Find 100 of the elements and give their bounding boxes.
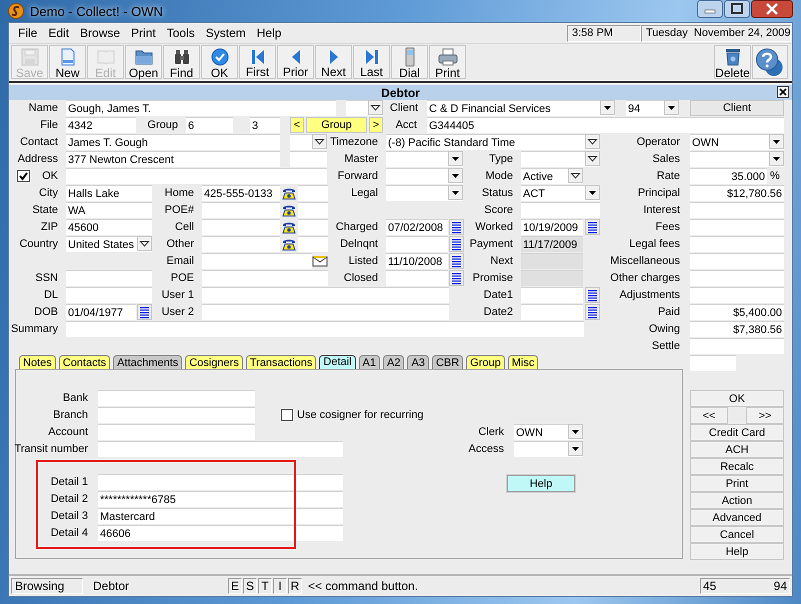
text-field[interactable]: 11/10/2008: [386, 253, 448, 269]
dropdown[interactable]: C & D Financial Services: [427, 100, 615, 116]
amount-field[interactable]: [690, 236, 784, 252]
form-button[interactable]: Client: [690, 100, 784, 116]
menu-item[interactable]: System: [200, 26, 252, 40]
amount-field[interactable]: $12,780.56: [690, 185, 784, 201]
text-field[interactable]: [386, 270, 448, 286]
toolbar-button[interactable]: First: [239, 45, 276, 79]
text-field[interactable]: [202, 219, 280, 235]
menu-item[interactable]: Help: [252, 26, 288, 40]
dropdown[interactable]: United States: [66, 236, 152, 252]
nav-button[interactable]: >>: [746, 407, 784, 424]
dropdown[interactable]: [290, 134, 327, 150]
amount-field[interactable]: 35.000: [690, 168, 767, 184]
checkbox[interactable]: [17, 170, 30, 182]
toolbar-button[interactable]: Delete: [714, 45, 751, 79]
amount-field[interactable]: [690, 287, 784, 303]
text-field[interactable]: 377 Newton Crescent: [66, 151, 280, 167]
toolbar-button[interactable]: Prior: [277, 45, 314, 79]
text-field[interactable]: 46606: [98, 525, 343, 541]
text-field[interactable]: [66, 287, 152, 303]
command-button[interactable]: Cancel: [690, 526, 784, 543]
form-button[interactable]: >: [369, 117, 383, 133]
tab[interactable]: Misc: [508, 355, 538, 369]
tab[interactable]: Detail: [319, 355, 356, 370]
toolbar-button[interactable]: Print: [429, 45, 466, 79]
help-button[interactable]: [752, 45, 788, 79]
dropdown[interactable]: ACT: [521, 185, 600, 201]
command-button[interactable]: Help: [690, 543, 784, 560]
lines-icon[interactable]: [449, 219, 464, 235]
text-field[interactable]: [298, 202, 328, 218]
text-field[interactable]: [521, 304, 583, 320]
menu-item[interactable]: Edit: [43, 26, 76, 40]
lines-icon[interactable]: [449, 236, 464, 252]
amount-field[interactable]: $7,380.56: [690, 321, 784, 337]
tab[interactable]: A2: [383, 355, 404, 369]
command-button[interactable]: Print: [690, 475, 784, 492]
tab[interactable]: A3: [407, 355, 429, 369]
amount-field[interactable]: [690, 338, 784, 354]
toolbar-button[interactable]: Find: [163, 45, 200, 79]
amount-field[interactable]: [690, 202, 784, 218]
tab[interactable]: CBR: [432, 355, 464, 369]
lines-icon[interactable]: [585, 219, 600, 235]
text-field[interactable]: 01/04/1977: [66, 304, 136, 320]
dropdown[interactable]: (-8) Pacific Standard Time: [386, 134, 600, 150]
text-field[interactable]: WA: [66, 202, 152, 218]
menu-item[interactable]: Print: [126, 26, 162, 40]
amount-field[interactable]: $5,400.00: [690, 304, 784, 320]
text-field[interactable]: 3: [250, 117, 280, 133]
tab[interactable]: Transactions: [246, 355, 316, 369]
amount-field[interactable]: [690, 253, 784, 269]
dropdown[interactable]: 94: [626, 100, 679, 116]
text-field[interactable]: ************6785: [98, 491, 343, 507]
text-field[interactable]: 6: [186, 117, 233, 133]
tab[interactable]: Notes: [19, 355, 56, 369]
envelope-icon[interactable]: [312, 253, 328, 269]
form-button[interactable]: Group: [306, 117, 367, 133]
toolbar-button[interactable]: Open: [125, 45, 162, 79]
tab[interactable]: Attachments: [113, 355, 182, 369]
menu-item[interactable]: File: [13, 26, 44, 40]
text-field[interactable]: 45600: [66, 219, 152, 235]
text-field[interactable]: [202, 287, 449, 303]
amount-field[interactable]: [690, 270, 784, 286]
text-field[interactable]: [521, 202, 600, 218]
close-icon[interactable]: [751, 0, 793, 18]
text-field[interactable]: Halls Lake: [66, 185, 152, 201]
text-field[interactable]: [98, 407, 255, 423]
toolbar-button[interactable]: Dial: [391, 45, 428, 79]
text-field[interactable]: 10/19/2009: [521, 219, 583, 235]
text-field[interactable]: 425-555-0133: [202, 185, 280, 201]
text-field[interactable]: [202, 236, 280, 252]
form-button[interactable]: <: [290, 117, 304, 133]
tab[interactable]: A1: [358, 355, 380, 369]
lines-icon[interactable]: [585, 304, 600, 320]
ok-button[interactable]: OK: [690, 390, 784, 407]
command-button[interactable]: Advanced: [690, 509, 784, 526]
text-field[interactable]: [290, 151, 327, 167]
text-field[interactable]: [298, 219, 328, 235]
nav-button[interactable]: <<: [690, 407, 728, 424]
text-field[interactable]: Mastercard: [98, 508, 343, 524]
checkbox[interactable]: [281, 409, 293, 421]
text-field[interactable]: [98, 474, 343, 490]
command-button[interactable]: Recalc: [690, 458, 784, 475]
toolbar-button[interactable]: New: [49, 45, 86, 79]
text-field[interactable]: [66, 168, 327, 184]
dropdown[interactable]: OWN: [514, 424, 583, 440]
help-button[interactable]: Help: [506, 474, 576, 493]
text-field[interactable]: 4342: [66, 117, 136, 133]
dropdown[interactable]: Active: [521, 168, 583, 184]
toolbar-button[interactable]: Last: [353, 45, 390, 79]
toolbar-button[interactable]: OK: [201, 45, 238, 79]
command-button[interactable]: ACH: [690, 441, 784, 458]
tab[interactable]: Cosigners: [185, 355, 243, 369]
lines-icon[interactable]: [449, 270, 464, 286]
command-button[interactable]: Action: [690, 492, 784, 509]
text-field[interactable]: [386, 236, 448, 252]
lines-icon[interactable]: [449, 253, 464, 269]
lines-icon[interactable]: [585, 287, 600, 303]
minimize-icon[interactable]: [697, 0, 723, 18]
text-field[interactable]: [521, 287, 583, 303]
